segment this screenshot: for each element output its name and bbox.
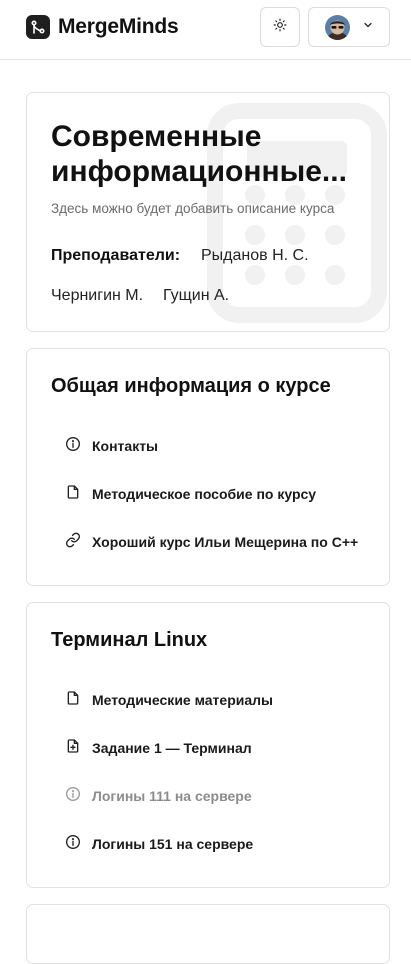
course-title: Современные информационные...	[51, 120, 347, 188]
file-plus-icon	[65, 738, 81, 757]
user-avatar	[325, 14, 350, 40]
item-label: Контакты	[92, 437, 159, 454]
sun-icon	[273, 18, 287, 37]
teacher-name: Рыданов Н. С.	[201, 247, 309, 264]
teacher-name: Чернигин М.	[51, 287, 144, 304]
course-header-card: Современные информационные... Здесь можн…	[26, 92, 390, 332]
brand-logo[interactable]: MergeMinds	[26, 15, 179, 39]
item-label: Задание 1 — Терминал	[92, 739, 252, 756]
assignment-1-link[interactable]: Задание 1 — Терминал	[65, 738, 252, 757]
chevron-down-icon	[362, 18, 374, 36]
theme-toggle-button[interactable]	[260, 7, 300, 47]
contacts-link[interactable]: Контакты	[65, 436, 158, 455]
user-menu-button[interactable]	[308, 7, 390, 47]
item-label: Методическое пособие по курсу	[92, 485, 317, 502]
logins-111-link[interactable]: Логины 111 на сервере	[65, 786, 252, 805]
section-general-info: Общая информация о курсе Контакты Методи…	[26, 348, 390, 586]
item-label: Логины 111 на сервере	[92, 787, 252, 804]
course-description: Здесь можно будет добавить описание курс…	[51, 201, 335, 216]
file-icon	[65, 484, 81, 503]
teachers-label: Преподаватели:	[51, 247, 181, 264]
info-icon	[65, 786, 81, 805]
cpp-course-link[interactable]: Хороший курс Ильи Мещерина по C++	[65, 532, 358, 551]
section-next	[26, 904, 390, 964]
logins-151-link[interactable]: Логины 151 на сервере	[65, 834, 253, 853]
brand-name: MergeMinds	[58, 15, 179, 38]
info-icon	[65, 834, 81, 853]
item-label: Методические материалы	[92, 691, 273, 708]
top-bar: MergeMinds	[0, 0, 411, 60]
teacher-name: Гущин А.	[163, 287, 230, 304]
item-label: Хороший курс Ильи Мещерина по C++	[92, 533, 359, 550]
info-icon	[65, 436, 81, 455]
file-icon	[65, 690, 81, 709]
section-title: Терминал Linux	[51, 629, 208, 651]
git-merge-icon	[26, 15, 50, 39]
link-icon	[65, 532, 81, 551]
section-title: Общая информация о курсе	[51, 375, 331, 397]
section-linux-terminal: Терминал Linux Методические материалы За…	[26, 602, 390, 888]
materials-link[interactable]: Методические материалы	[65, 690, 273, 709]
item-label: Логины 151 на сервере	[92, 835, 254, 852]
manual-link[interactable]: Методическое пособие по курсу	[65, 484, 316, 503]
